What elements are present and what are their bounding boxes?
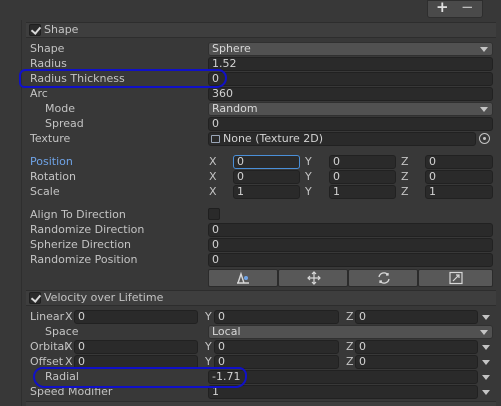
scale-z-field[interactable]: 1 [425,185,493,199]
rotation-y-label: Y [305,170,312,183]
scale-icon [449,271,463,285]
orbital-x-field[interactable]: 0 [74,340,198,354]
linear-label: Linear [30,310,65,323]
shape-label: Shape [30,42,65,55]
shape-dropdown[interactable]: Sphere [208,42,493,56]
scale-y-field[interactable]: 1 [329,185,396,199]
edit-shape-button[interactable] [208,269,278,287]
position-x-label: X [209,155,217,168]
rotation-x-field[interactable]: 0 [233,170,300,184]
scale-z-label: Z [401,185,409,198]
speed-modifier-curve-dropdown-icon[interactable] [482,390,490,395]
linear-x-field[interactable]: 0 [74,310,198,324]
position-x-field[interactable]: 0 [233,155,300,169]
space-dropdown-arrow-icon [480,330,488,335]
randomize-direction-field[interactable]: 0 [208,223,493,237]
velocity-module-title: Velocity over Lifetime [44,291,164,304]
radius-field[interactable]: 1.52 [208,57,493,71]
mode-label: Mode [45,102,75,115]
shape-module-checkbox[interactable] [29,24,41,36]
next-module-header[interactable] [26,401,496,406]
randomize-direction-label: Randomize Direction [30,223,145,236]
velocity-module-checkbox[interactable] [29,292,41,304]
move-icon [307,271,321,285]
top-toolbar [0,0,501,19]
randomize-position-label: Randomize Position [30,253,138,266]
add-button[interactable]: + [436,0,449,15]
shape-dropdown-arrow-icon [480,47,488,52]
texture-2d-icon [211,135,220,143]
position-y-label: Y [305,155,312,168]
orbital-curve-dropdown-icon[interactable] [482,345,490,350]
position-label: Position [30,155,73,168]
scale-shape-button[interactable] [418,269,493,287]
annotation-circle-radial [33,367,247,388]
mode-dropdown-value: Random [212,102,258,115]
linear-y-label: Y [205,310,212,323]
texture-value: None (Texture 2D) [223,132,324,145]
shape-dropdown-value: Sphere [212,42,251,55]
align-to-direction-checkbox[interactable] [208,208,220,220]
position-z-field[interactable]: 0 [425,155,493,169]
rotation-x-label: X [209,170,217,183]
radial-curve-dropdown-icon[interactable] [482,375,490,380]
orbital-x-label: X [65,340,73,353]
spherize-direction-label: Spherize Direction [30,238,132,251]
move-shape-button[interactable] [278,269,348,287]
offset-z-label: Z [346,355,354,368]
scale-x-field[interactable]: 1 [233,185,300,199]
rotation-y-field[interactable]: 0 [329,170,396,184]
scale-x-label: X [209,185,217,198]
radial-field[interactable]: -1.71 [208,370,478,384]
linear-curve-dropdown-icon[interactable] [482,315,490,320]
spherize-direction-field[interactable]: 0 [208,238,493,252]
space-dropdown-value: Local [212,325,241,338]
linear-x-label: X [65,310,73,323]
scale-y-label: Y [305,185,312,198]
space-label: Space [45,325,79,338]
annotation-circle-radius-thickness [19,69,227,88]
rotate-icon [378,272,390,284]
speed-modifier-field[interactable]: 1 [208,385,478,399]
texture-label: Texture [30,132,71,145]
spread-label: Spread [45,117,84,130]
align-to-direction-label: Align To Direction [30,208,126,221]
mode-dropdown-arrow-icon [480,107,488,112]
shape-module-title: Shape [44,23,79,36]
orbital-label: Orbital [30,340,68,353]
linear-z-field[interactable]: 0 [355,310,478,324]
orbital-y-label: Y [205,340,212,353]
rotation-z-field[interactable]: 0 [425,170,493,184]
linear-y-field[interactable]: 0 [214,310,339,324]
radius-thickness-field[interactable]: 0 [208,72,493,86]
object-picker-icon[interactable] [479,133,490,144]
rotate-shape-button[interactable] [348,269,418,287]
scale-label: Scale [30,185,60,198]
arc-label: Arc [30,87,48,100]
orbital-y-field[interactable]: 0 [214,340,339,354]
spread-field[interactable]: 0 [208,117,493,131]
orbital-z-field[interactable]: 0 [355,340,478,354]
rotation-z-label: Z [401,170,409,183]
offset-z-field[interactable]: 0 [355,355,478,369]
offset-curve-dropdown-icon[interactable] [482,360,490,365]
shape-module-header[interactable] [26,22,496,38]
orbital-z-label: Z [346,340,354,353]
remove-button[interactable]: − [461,0,474,15]
randomize-position-field[interactable]: 0 [208,253,493,267]
position-z-label: Z [401,155,409,168]
edit-shape-icon [237,271,249,284]
position-y-field[interactable]: 0 [329,155,396,169]
rotation-label: Rotation [30,170,77,183]
texture-object-field[interactable]: None (Texture 2D) [208,132,476,146]
mode-dropdown[interactable]: Random [208,102,493,116]
arc-field[interactable]: 360 [208,87,493,101]
space-dropdown[interactable]: Local [208,325,493,339]
linear-z-label: Z [346,310,354,323]
